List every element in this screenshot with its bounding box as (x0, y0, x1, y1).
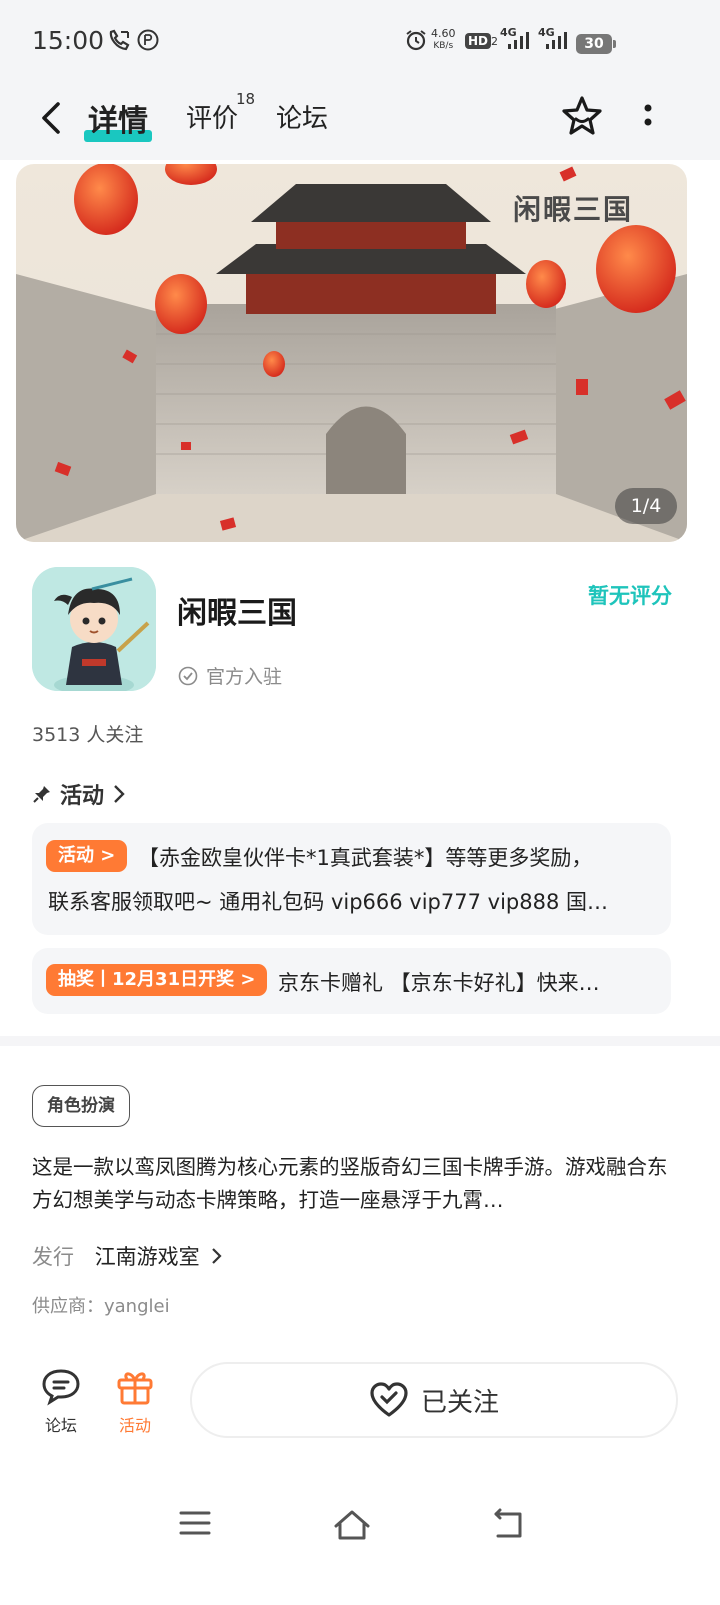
status-bar: 15:00 4.60 KB/s HD 2 4G 4G 30 (0, 18, 720, 66)
carousel-counter: 1/4 (615, 488, 677, 524)
signal-1: 4G (500, 26, 534, 56)
activity-heading: 活动 (60, 784, 105, 809)
activity-tag: 活动 > (46, 840, 128, 872)
system-navigation-bar (0, 1490, 720, 1570)
top-nav-bar: 详情 评价 18 论坛 (0, 86, 720, 150)
back-icon[interactable] (490, 1508, 526, 1540)
follow-button[interactable]: 已关注 (190, 1362, 678, 1438)
lottery-text: 京东卡赠礼 【京东卡好礼】快来… (278, 971, 600, 995)
publisher-name: 江南游戏室 (94, 1245, 200, 1269)
lottery-card[interactable]: 抽奖丨12月31日开奖 > 京东卡赠礼 【京东卡好礼】快来… (32, 948, 671, 1014)
menu-icon[interactable] (178, 1508, 212, 1538)
gift-icon (117, 1372, 153, 1405)
home-icon[interactable] (332, 1508, 372, 1542)
chevron-right-icon (114, 785, 125, 803)
review-count-badge: 18 (236, 90, 256, 108)
heart-check-icon (370, 1382, 408, 1417)
favorite-star-icon[interactable] (560, 94, 604, 138)
signal-2: 4G (538, 26, 572, 56)
call-icon (109, 29, 130, 51)
alarm-icon (406, 30, 426, 51)
game-description[interactable]: 这是一款以鸾凤图腾为核心元素的竖版奇幻三国卡牌手游。游戏融合东方幻想美学与动态卡… (32, 1151, 672, 1217)
vpn-icon (137, 29, 159, 51)
lottery-tag: 抽奖丨12月31日开奖 > (46, 964, 268, 996)
more-options-icon[interactable] (636, 96, 660, 140)
tab-details[interactable]: 详情 (88, 96, 148, 140)
chat-bubble-icon (42, 1369, 80, 1406)
screenshot-carousel[interactable]: 闲暇三国 1/4 (16, 164, 687, 542)
follow-label: 已关注 (420, 1387, 499, 1418)
section-divider (0, 1036, 720, 1046)
app-icon (32, 567, 156, 691)
official-badge: 官方入驻 (178, 662, 282, 689)
activity-text-line-1: 【赤金欧皇伙伴卡*1真武套装*】等等更多奖励， (138, 846, 593, 870)
activity-text-line-2: 联系客服领取吧~ 通用礼包码 vip666 vip777 vip888 国… (48, 890, 608, 914)
supplier-info: 供应商：yanglei (32, 1296, 170, 1317)
hd-indicator: HD 2 (465, 30, 498, 49)
follower-count: 3513 人关注 (32, 724, 144, 746)
activity-section-header[interactable]: 活动 (32, 778, 126, 810)
pin-icon (33, 786, 50, 803)
bottom-action-bar: 论坛 活动 已关注 (0, 1360, 720, 1450)
activity-card[interactable]: 活动 > 【赤金欧皇伙伴卡*1真武套装*】等等更多奖励， 联系客服领取吧~ 通用… (32, 823, 671, 935)
rating-status: 暂无评分 (588, 584, 672, 608)
net-speed: 4.60 KB/s (431, 27, 456, 52)
tab-reviews[interactable]: 评价 (186, 98, 238, 135)
back-arrow-icon[interactable] (34, 98, 70, 138)
publisher-row[interactable]: 发行 江南游戏室 (32, 1241, 224, 1271)
forum-shortcut[interactable]: 论坛 (36, 1366, 86, 1436)
activity-label: 活动 (118, 1416, 151, 1435)
forum-label: 论坛 (44, 1416, 77, 1435)
publisher-label: 发行 (32, 1245, 74, 1269)
activity-shortcut[interactable]: 活动 (110, 1366, 160, 1436)
app-name: 闲暇三国 (177, 596, 297, 631)
verified-check-icon (178, 666, 198, 685)
genre-tag[interactable]: 角色扮演 (32, 1085, 130, 1127)
status-time: 15:00 (32, 26, 105, 55)
tab-forum[interactable]: 论坛 (276, 98, 328, 135)
battery-indicator: 30 (576, 34, 616, 54)
banner-logo-text: 闲暇三国 (512, 193, 633, 226)
official-label: 官方入驻 (206, 666, 283, 688)
chevron-right-icon (212, 1248, 222, 1264)
